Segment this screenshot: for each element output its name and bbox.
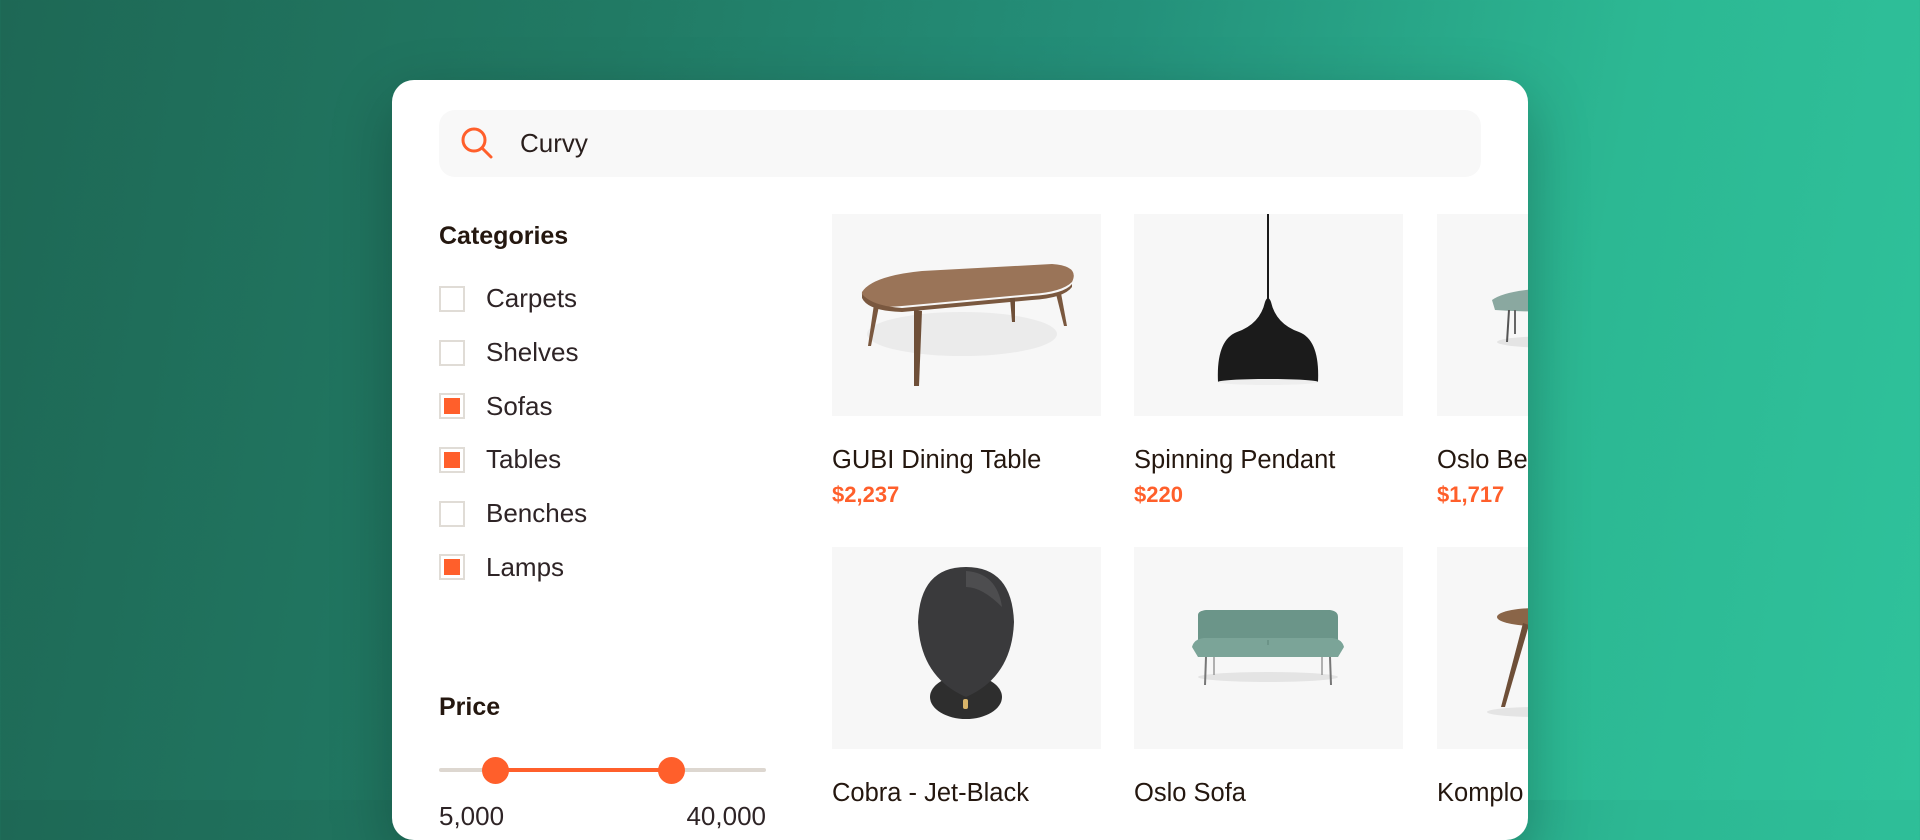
category-item-lamps[interactable]: Lamps bbox=[439, 540, 769, 594]
product-price: $220 bbox=[1134, 482, 1183, 507]
search-input[interactable] bbox=[520, 110, 1420, 177]
category-label: Shelves bbox=[486, 337, 579, 368]
category-item-shelves[interactable]: Shelves bbox=[439, 326, 769, 380]
product-price: $2,237 bbox=[832, 482, 900, 507]
dining-table-image bbox=[832, 214, 1101, 416]
product-title[interactable]: Oslo Be bbox=[1437, 446, 1528, 475]
price-range-slider[interactable] bbox=[439, 755, 766, 785]
category-item-tables[interactable]: Tables bbox=[439, 433, 769, 487]
slider-selected-range bbox=[494, 768, 672, 772]
pendant-lamp-image bbox=[1134, 214, 1403, 416]
price-labels: 5,000 40,000 bbox=[439, 801, 766, 832]
checkbox[interactable] bbox=[439, 393, 465, 420]
checkbox[interactable] bbox=[439, 285, 465, 312]
checkbox[interactable] bbox=[439, 554, 465, 581]
search-panel: Categories Carpets Shelves Sofas Tables … bbox=[392, 80, 1528, 840]
category-label: Lamps bbox=[486, 551, 565, 582]
product-title[interactable]: Oslo Sofa bbox=[1134, 779, 1403, 808]
category-item-sofas[interactable]: Sofas bbox=[439, 379, 769, 433]
search-icon bbox=[461, 127, 493, 159]
category-label: Carpets bbox=[486, 283, 578, 314]
price-max-label: 40,000 bbox=[686, 801, 766, 831]
side-table-image bbox=[1437, 547, 1528, 749]
checkbox[interactable] bbox=[439, 339, 465, 366]
price-heading: Price bbox=[439, 693, 501, 721]
search-bar[interactable] bbox=[439, 110, 1481, 177]
category-item-benches[interactable]: Benches bbox=[439, 487, 769, 541]
product-card[interactable]: Oslo Sofa bbox=[1134, 547, 1403, 815]
product-title[interactable]: Cobra - Jet-Black bbox=[832, 779, 1101, 808]
filters-sidebar: Categories Carpets Shelves Sofas Tables … bbox=[439, 218, 769, 831]
categories-heading: Categories bbox=[439, 222, 569, 250]
product-price: $1,717 bbox=[1437, 482, 1505, 507]
product-card[interactable]: Cobra - Jet-Black bbox=[832, 547, 1101, 815]
product-title[interactable]: Spinning Pendant bbox=[1134, 446, 1403, 475]
product-title[interactable]: GUBI Dining Table bbox=[832, 446, 1101, 475]
product-card[interactable]: Spinning Pendant $220 bbox=[1134, 214, 1403, 508]
wall-lamp-image bbox=[832, 547, 1101, 749]
category-label: Sofas bbox=[486, 390, 553, 421]
category-item-carpets[interactable]: Carpets bbox=[439, 272, 769, 326]
checkbox[interactable] bbox=[439, 446, 465, 473]
product-card[interactable]: GUBI Dining Table $2,237 bbox=[832, 214, 1101, 508]
category-list: Carpets Shelves Sofas Tables Benches Lam… bbox=[439, 272, 769, 594]
product-card[interactable]: Oslo Be $1,717 bbox=[1437, 214, 1528, 508]
bench-image bbox=[1437, 214, 1528, 416]
sofa-image bbox=[1134, 547, 1403, 749]
category-label: Benches bbox=[486, 498, 588, 529]
category-label: Tables bbox=[486, 444, 562, 475]
slider-handle-max[interactable] bbox=[658, 757, 686, 784]
checkbox[interactable] bbox=[439, 500, 465, 527]
price-min-label: 5,000 bbox=[439, 801, 505, 831]
slider-handle-min[interactable] bbox=[481, 757, 509, 784]
product-card[interactable]: Komplo bbox=[1437, 547, 1528, 815]
product-title[interactable]: Komplo bbox=[1437, 779, 1528, 808]
